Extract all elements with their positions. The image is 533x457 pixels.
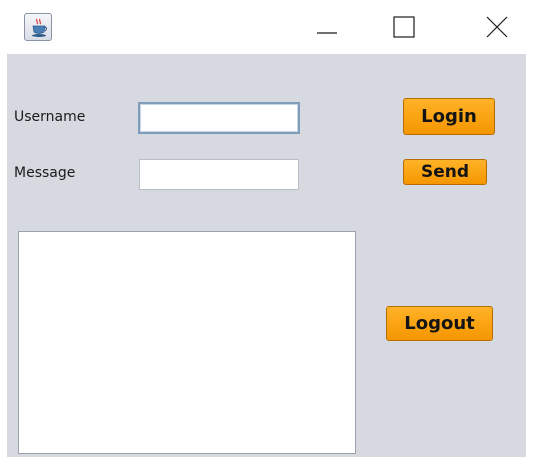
chat-log-textarea[interactable] (18, 231, 356, 454)
close-button[interactable] (472, 6, 520, 46)
username-label: Username (14, 109, 86, 125)
logout-button[interactable]: Logout (386, 306, 493, 341)
username-input[interactable] (138, 102, 300, 134)
title-bar[interactable] (0, 0, 533, 54)
login-button[interactable]: Login (403, 98, 495, 135)
send-button[interactable]: Send (403, 159, 487, 185)
minimize-button[interactable] (303, 6, 351, 46)
maximize-button[interactable] (380, 6, 428, 46)
client-panel: Username Login Message Send Logout (7, 54, 526, 457)
message-label: Message (14, 165, 76, 181)
java-cup-icon[interactable] (24, 13, 52, 41)
maximize-icon (393, 16, 415, 38)
message-input[interactable] (139, 159, 299, 190)
close-icon (486, 16, 508, 38)
